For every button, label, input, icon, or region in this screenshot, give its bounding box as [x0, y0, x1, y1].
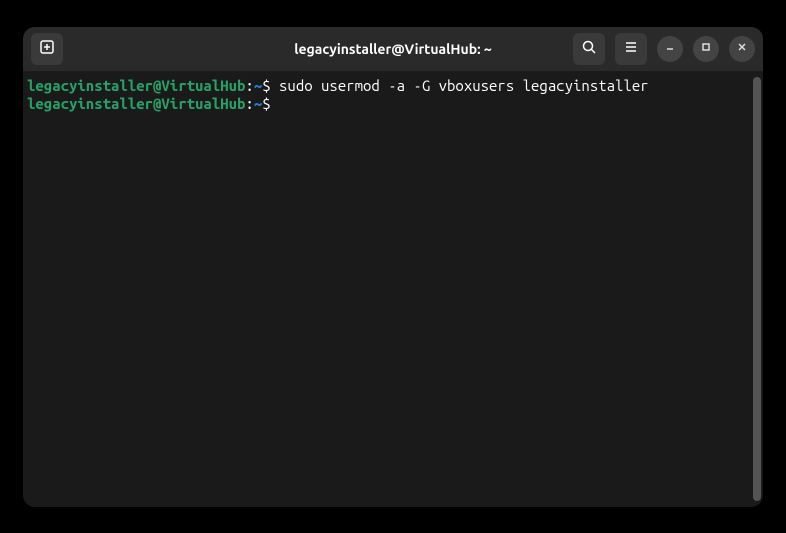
- menu-button[interactable]: [615, 33, 647, 65]
- minimize-button[interactable]: [657, 36, 683, 62]
- search-icon: [581, 39, 597, 58]
- new-tab-icon: [39, 39, 55, 58]
- terminal-line: legacyinstaller@VirtualHub:~$: [27, 95, 759, 113]
- prompt-user-host: legacyinstaller@VirtualHub: [27, 95, 245, 112]
- close-button[interactable]: [729, 36, 755, 62]
- hamburger-icon: [623, 39, 639, 58]
- prompt-path: ~: [254, 95, 262, 112]
- prompt-colon: :: [245, 95, 253, 112]
- terminal-line: legacyinstaller@VirtualHub:~$ sudo userm…: [27, 77, 759, 95]
- prompt-colon: :: [245, 77, 253, 94]
- maximize-button[interactable]: [693, 36, 719, 62]
- minimize-icon: [663, 40, 677, 57]
- titlebar: legacyinstaller@VirtualHub: ~: [23, 27, 763, 71]
- maximize-icon: [699, 40, 713, 57]
- close-icon: [735, 40, 749, 57]
- scrollbar[interactable]: [753, 77, 761, 501]
- search-button[interactable]: [573, 33, 605, 65]
- prompt-symbol: $: [262, 95, 270, 112]
- command-text: sudo usermod -a -G vboxusers legacyinsta…: [271, 77, 649, 94]
- terminal-body[interactable]: legacyinstaller@VirtualHub:~$ sudo userm…: [23, 71, 763, 507]
- prompt-path: ~: [254, 77, 262, 94]
- prompt-symbol: $: [262, 77, 270, 94]
- terminal-window: legacyinstaller@VirtualHub: ~: [23, 27, 763, 507]
- scrollbar-thumb[interactable]: [753, 77, 761, 501]
- prompt-user-host: legacyinstaller@VirtualHub: [27, 77, 245, 94]
- new-tab-button[interactable]: [31, 33, 63, 65]
